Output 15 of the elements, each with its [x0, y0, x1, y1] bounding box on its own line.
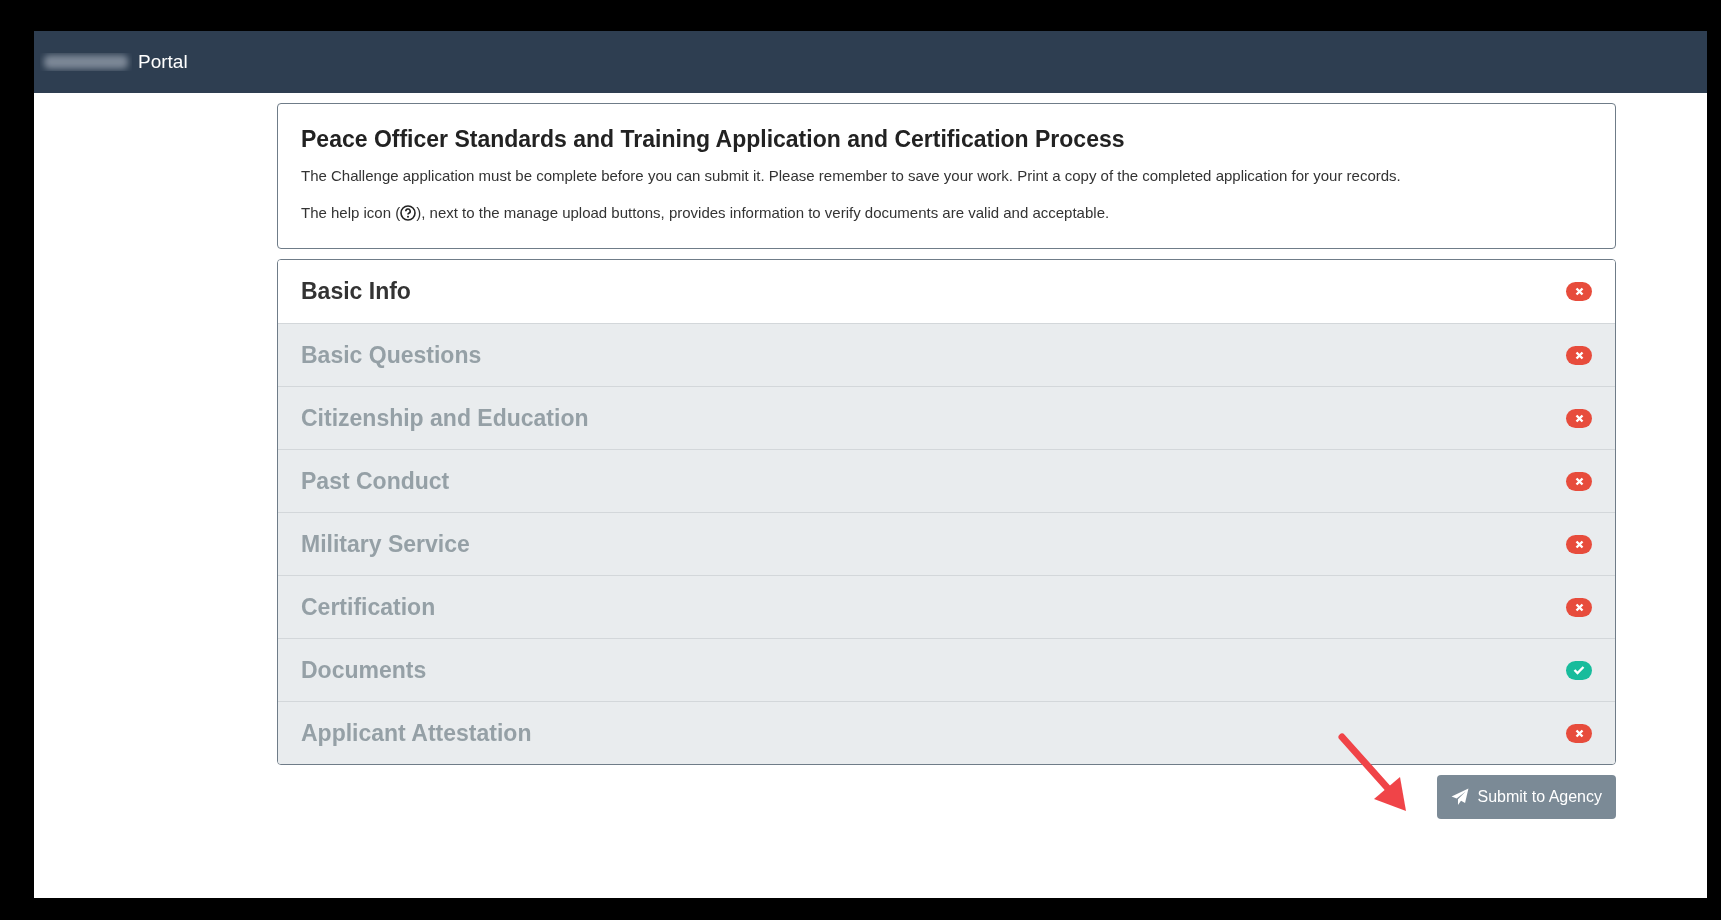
portal-title: Portal: [138, 49, 188, 74]
section-row[interactable]: Documents: [278, 638, 1615, 702]
section-row[interactable]: Applicant Attestation: [278, 701, 1615, 765]
send-icon: [1451, 788, 1470, 807]
section-row[interactable]: Citizenship and Education: [278, 386, 1615, 450]
instructions-text: The Challenge application must be complete before you can submit it. Please remember to save your work. Print a copy of the completed application for your records.: [301, 165, 1402, 186]
submit-button[interactable]: Submit to Agency: [1437, 775, 1616, 820]
help-note-text: ), next to the manage upload buttons, provides information to verify documents are valid and acceptable.: [416, 203, 1110, 221]
section-row[interactable]: Certification: [278, 575, 1615, 639]
section-row[interactable]: Military Service: [278, 512, 1615, 576]
help-note-text: The help icon (: [301, 203, 401, 221]
section-row[interactable]: Past Conduct: [278, 449, 1615, 513]
help-icon: [400, 204, 417, 221]
section-row[interactable]: Basic Questions: [278, 323, 1615, 387]
page-heading: Peace Officer Standards and Training Application and Certification Process: [301, 126, 1126, 154]
